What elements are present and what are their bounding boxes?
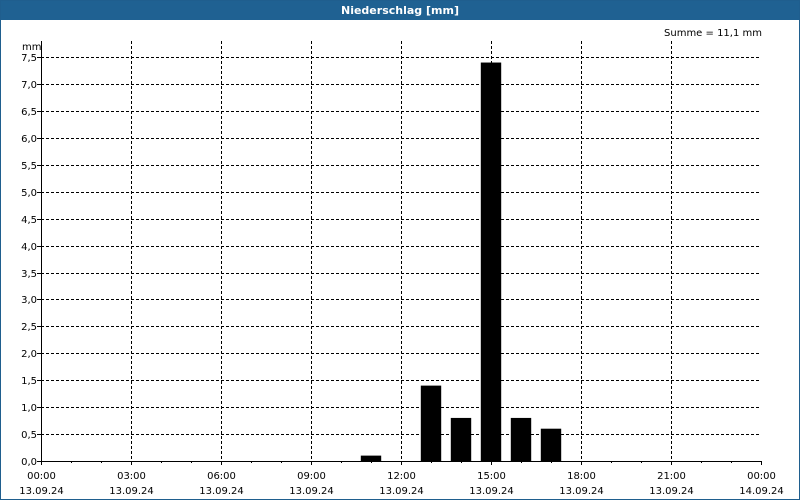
precipitation-bar (480, 62, 502, 462)
x-tick-time-label: 00:00 (27, 471, 56, 482)
y-tick-label: 4,0 (21, 242, 37, 253)
y-tick-label: 5,0 (21, 188, 37, 199)
y-tick-label: 1,5 (21, 376, 37, 387)
y-tick-label: 3,0 (21, 295, 37, 306)
x-tick-date-label: 13.09.24 (289, 486, 334, 497)
y-tick-label: 5,5 (21, 161, 37, 172)
y-tick-label: 0,0 (21, 457, 37, 468)
x-tick-date-label: 13.09.24 (19, 486, 64, 497)
y-tick-label: 4,5 (21, 215, 37, 226)
x-tick-time-label: 00:00 (747, 471, 776, 482)
x-tick-date-label: 13.09.24 (109, 486, 154, 497)
x-tick-time-label: 12:00 (387, 471, 416, 482)
grid-lines (41, 41, 761, 461)
sum-annotation: Summe = 11,1 mm (664, 28, 762, 39)
x-tick-date-label: 13.09.24 (559, 486, 604, 497)
y-tick-label: 7,0 (21, 80, 37, 91)
y-tick-label: 6,0 (21, 134, 37, 145)
x-tick-date-label: 13.09.24 (199, 486, 244, 497)
y-tick-label: 1,0 (21, 403, 37, 414)
x-tick-time-label: 18:00 (567, 471, 596, 482)
precipitation-bar (510, 417, 532, 461)
y-tick-label: 2,5 (21, 322, 37, 333)
y-tick-label: 3,5 (21, 269, 37, 280)
y-tick-label: 2,0 (21, 349, 37, 360)
x-tick-date-label: 13.09.24 (649, 486, 694, 497)
precipitation-bar (450, 417, 472, 461)
y-axis-unit-label: mm (22, 42, 41, 53)
precipitation-chart: 0,0 0,5 1,0 1,5 2,0 2,5 3,0 3,5 4,0 4,5 5,0 5,5 6,0 6… (19, 28, 784, 497)
precipitation-bar (540, 428, 562, 461)
y-tick-label: 0,5 (21, 430, 37, 441)
bars (360, 62, 562, 462)
x-tick-time-label: 03:00 (117, 471, 146, 482)
x-tick-date-label: 13.09.24 (379, 486, 424, 497)
x-tick-time-label: 21:00 (657, 471, 686, 482)
x-tick-time-label: 09:00 (297, 471, 326, 482)
y-tick-label: 7,5 (21, 53, 37, 64)
y-tick-label: 6,5 (21, 107, 37, 118)
x-tick-date-label: 14.09.24 (739, 486, 784, 497)
x-tick-time-label: 06:00 (207, 471, 236, 482)
precipitation-bar (360, 455, 382, 461)
x-tick-date-label: 13.09.24 (469, 486, 514, 497)
x-tick-time-label: 15:00 (477, 471, 506, 482)
precipitation-bar (420, 385, 442, 461)
